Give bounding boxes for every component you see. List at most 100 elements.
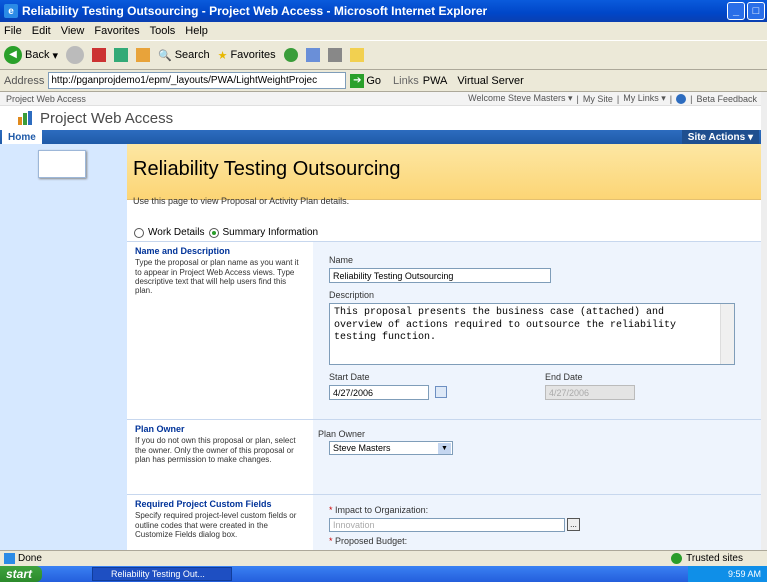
address-bar: Address http://pganprojdemo1/epm/_layout… [0,70,767,92]
description-value: This proposal presents the business case… [334,307,677,343]
browse-button[interactable]: ... [567,518,580,531]
virtual-server-link[interactable]: Virtual Server [457,75,523,87]
address-url: http://pganprojdemo1/epm/_layouts/PWA/Li… [51,75,318,86]
name-value: Reliability Testing Outsourcing [333,270,454,281]
site-header: Project Web Access [0,106,767,130]
taskbar: start Reliability Testing Out... 9:59 AM [0,566,767,582]
menu-edit[interactable]: Edit [32,25,51,37]
start-date-value: 4/27/2006 [333,387,374,398]
search-label: Search [174,49,210,61]
plan-owner-value: Steve Masters [333,443,391,453]
refresh-icon[interactable] [114,48,128,62]
back-label: Back [25,49,50,61]
chevron-down-icon: ▼ [438,443,451,454]
favorites-label: Favorites [230,49,276,61]
name-label: Name [329,255,354,265]
view-radio-group: Work Details Summary Information [134,227,318,238]
my-links-menu[interactable]: My Links ▾ [623,93,666,104]
system-clock: 9:59 AM [687,566,767,582]
name-input[interactable]: Reliability Testing Outsourcing [329,268,551,283]
work-details-radio[interactable] [134,227,144,238]
trusted-sites-icon [671,553,683,564]
my-site-link[interactable]: My Site [583,94,613,104]
mail-icon[interactable] [305,48,320,62]
home-icon[interactable] [136,48,150,62]
help-icon[interactable] [676,93,687,104]
page-scrollbar[interactable] [761,92,767,550]
window-title: Reliability Testing Outsourcing - Projec… [22,4,488,18]
address-input[interactable]: http://pganprojdemo1/epm/_layouts/PWA/Li… [48,72,347,89]
name-description-section: Name and Description Type the proposal o… [127,241,767,419]
star-icon: ★ [217,49,228,62]
site-breadcrumb[interactable]: Project Web Access [6,94,86,104]
back-button[interactable]: ◀ Back ▾ [4,46,58,64]
description-label: Description [329,290,375,300]
page-intro: Use this page to view Proposal or Activi… [133,196,350,206]
description-textarea[interactable]: This proposal presents the business case… [329,303,735,365]
plan-owner-heading: Plan Owner [135,424,185,434]
page-title-band: Reliability Testing Outsourcing [127,144,767,200]
menu-file[interactable]: File [4,25,22,37]
impact-input[interactable]: Innovation [329,518,565,532]
menu-help[interactable]: Help [185,25,208,37]
pwa-logo-icon [18,111,34,125]
search-button[interactable]: 🔍 Search [158,49,210,62]
page-title: Reliability Testing Outsourcing [133,158,401,180]
budget-label: * Proposed Budget: [329,536,408,546]
custom-fields-section: Required Project Custom Fields Specify r… [127,494,767,550]
status-text: Done [18,553,42,564]
name-description-fields: Name Reliability Testing Outsourcing Des… [313,242,767,419]
start-date-input[interactable]: 4/27/2006 [329,385,429,400]
page-done-icon [4,553,15,564]
history-icon[interactable] [283,48,298,62]
browser-toolbar: ◀ Back ▾ 🔍 Search ★ Favorites [0,40,767,70]
favorites-button[interactable]: ★ Favorites [218,49,276,62]
menu-favorites[interactable]: Favorites [94,25,139,37]
work-details-label[interactable]: Work Details [148,227,205,238]
top-nav: Home Site Actions ▾ [0,130,767,144]
summary-info-radio[interactable] [208,227,219,238]
pwa-link[interactable]: PWA [423,75,448,87]
plan-owner-help: If you do not own this proposal or plan,… [135,436,296,464]
folder-icon[interactable] [349,48,364,62]
site-actions-menu[interactable]: Site Actions ▾ [681,130,759,144]
beta-feedback-link[interactable]: Beta Feedback [696,94,757,104]
summary-info-label[interactable]: Summary Information [223,227,319,238]
calendar-icon[interactable] [435,386,447,398]
plan-owner-label: Plan Owner [318,429,366,439]
page-image-icon [38,150,86,178]
forward-icon[interactable] [66,46,84,64]
impact-label: * Impact to Organization: [329,505,429,515]
site-top-strip: Project Web Access Welcome Steve Masters… [0,92,767,106]
go-button[interactable]: ➔ Go [350,73,382,88]
tab-home[interactable]: Home [2,130,42,144]
maximize-button[interactable]: □ [747,2,765,20]
name-description-help: Type the proposal or plan name as you wa… [135,258,299,295]
stop-icon[interactable] [92,48,106,62]
links-label[interactable]: Links [393,75,419,87]
start-button[interactable]: start [0,566,43,582]
menu-tools[interactable]: Tools [150,25,176,37]
custom-fields-heading: Required Project Custom Fields [135,499,272,509]
back-arrow-icon: ◀ [4,46,22,64]
impact-value: Innovation [333,520,375,530]
menu-bar: File Edit View Favorites Tools Help [0,22,767,40]
start-date-label: Start Date [329,372,370,382]
menu-view[interactable]: View [61,25,85,37]
minimize-button[interactable]: _ [727,2,745,20]
zone-text: Trusted sites [686,553,743,564]
go-label: Go [366,74,382,87]
end-date-label: End Date [545,372,583,382]
go-arrow-icon: ➔ [350,73,365,88]
status-bar: Done Trusted sites [0,550,767,566]
name-description-heading: Name and Description [135,246,231,256]
end-date-input: 4/27/2006 [545,385,635,400]
plan-owner-select[interactable]: Steve Masters ▼ [329,441,453,455]
custom-fields-help: Specify required project-level custom fi… [135,511,297,539]
description-scrollbar[interactable] [720,304,734,364]
print-icon[interactable] [327,48,342,62]
welcome-menu[interactable]: Welcome Steve Masters ▾ [468,93,572,104]
site-title: Project Web Access [40,109,174,127]
address-label: Address [4,74,45,87]
taskbar-ie-window[interactable]: Reliability Testing Out... [92,567,233,581]
